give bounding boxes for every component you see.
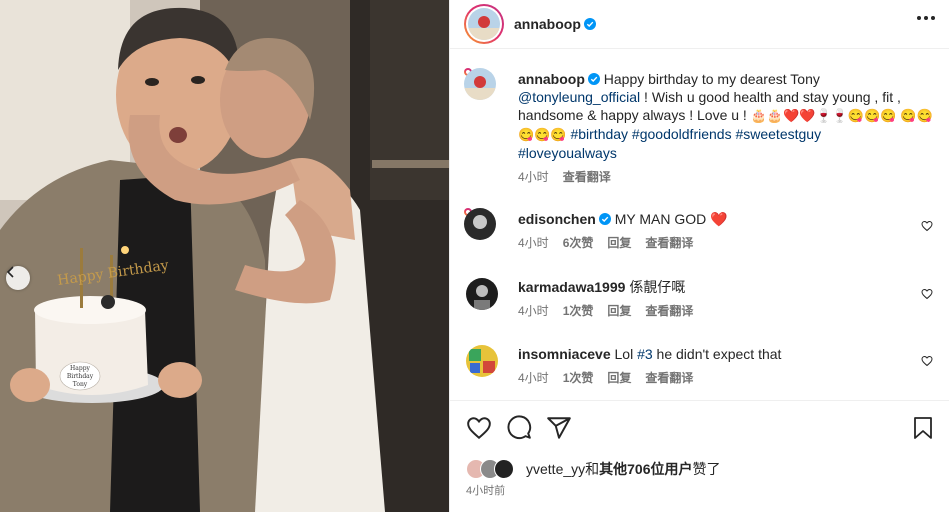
comment-likes-count[interactable]: 1次赞 xyxy=(563,302,594,320)
reply-button[interactable]: 回复 xyxy=(607,302,631,320)
heart-emoji: ❤️ xyxy=(710,211,728,227)
verified-badge-icon xyxy=(587,73,600,85)
share-send-icon[interactable] xyxy=(546,415,572,441)
caption-translate-link[interactable]: 查看翻译 xyxy=(563,168,611,186)
post-photo[interactable]: Happy Birthday Happy Birthday Tony xyxy=(0,0,449,512)
like-heart-icon[interactable] xyxy=(466,415,492,441)
likes-joiner: 和 xyxy=(585,461,600,477)
author-avatar[interactable] xyxy=(468,8,500,40)
comment-likes-count[interactable]: 6次赞 xyxy=(563,234,594,252)
translate-link[interactable]: 查看翻译 xyxy=(645,234,693,252)
comment-hashtag-link[interactable]: #3 xyxy=(637,346,653,362)
comment-avatar[interactable] xyxy=(466,345,498,377)
cake-plaque-line-3: Tony xyxy=(73,381,88,388)
caption-username[interactable]: annaboop xyxy=(518,71,585,87)
liker-avatar xyxy=(494,459,514,479)
post-header: annaboop xyxy=(450,0,949,49)
hashtags-line-1[interactable]: #birthday #goodoldfriends #sweetestguy xyxy=(570,126,821,142)
caption-text-1: Happy birthday to my dearest Tony xyxy=(603,71,820,87)
cake-plaque-line-2: Birthday xyxy=(67,373,94,380)
mention-link[interactable]: @tonyleung_official xyxy=(518,89,640,105)
other-likers-link[interactable]: 其他706位用户 xyxy=(599,459,692,479)
translate-link[interactable]: 查看翻译 xyxy=(645,302,693,320)
comment-text-part-a: Lol xyxy=(614,346,638,362)
reply-button[interactable]: 回复 xyxy=(607,369,631,387)
comment-avatar[interactable] xyxy=(466,278,498,310)
like-comment-heart-icon[interactable] xyxy=(921,288,933,300)
cake-plaque-line-1: Happy xyxy=(70,365,90,372)
comment-time[interactable]: 4小时 xyxy=(518,302,549,320)
photo-illustration: Happy Birthday Happy Birthday Tony xyxy=(0,0,449,512)
carousel-prev-button[interactable] xyxy=(6,266,30,290)
comments-list: annaboop Happy birthday to my dearest To… xyxy=(450,60,949,400)
comment-text-part-b: he didn't expect that xyxy=(652,346,782,362)
more-options-button[interactable] xyxy=(917,16,935,20)
caption-time[interactable]: 4小时 xyxy=(518,168,549,186)
hashtags-line-2[interactable]: #loveyoualways xyxy=(518,145,617,161)
comment-avatar[interactable] xyxy=(464,208,496,240)
post-detail-panel: annaboop annaboop Happy birthday to my d… xyxy=(449,0,949,512)
verified-badge-icon xyxy=(583,18,596,30)
comment-username[interactable]: insomniaceve xyxy=(518,346,611,362)
comment-username[interactable]: edisonchen xyxy=(518,211,596,227)
comment-text: 係靚仔嘅 xyxy=(629,279,686,295)
caption-story-ring[interactable] xyxy=(464,68,496,100)
translate-link[interactable]: 查看翻译 xyxy=(645,369,693,387)
first-liker-username[interactable]: yvette_yy xyxy=(526,461,585,477)
story-ring[interactable] xyxy=(464,4,504,44)
like-comment-heart-icon[interactable] xyxy=(921,355,933,367)
verified-badge-icon xyxy=(598,213,611,225)
like-comment-heart-icon[interactable] xyxy=(921,220,933,232)
post-timestamp[interactable]: 4小时前 xyxy=(466,482,505,498)
comment-text: MY MAN GOD xyxy=(614,211,707,227)
author-username[interactable]: annaboop xyxy=(514,16,581,32)
save-bookmark-icon[interactable] xyxy=(911,415,935,441)
post-actions-bar xyxy=(450,400,949,457)
comment-time[interactable]: 4小时 xyxy=(518,369,549,387)
instagram-post: Happy Birthday Happy Birthday Tony annab… xyxy=(0,0,949,512)
reply-button[interactable]: 回复 xyxy=(607,234,631,252)
comment-story-ring[interactable] xyxy=(464,208,496,240)
comment-username[interactable]: karmadawa1999 xyxy=(518,279,625,295)
chevron-left-icon xyxy=(6,266,14,278)
comment-likes-count[interactable]: 1次赞 xyxy=(563,369,594,387)
caption-avatar[interactable] xyxy=(464,68,496,100)
likes-summary: yvette_yy 和其他706位用户 赞了 xyxy=(466,458,721,480)
liker-avatars[interactable] xyxy=(466,459,518,479)
comment-bubble-icon[interactable] xyxy=(506,415,532,441)
likes-suffix: 赞了 xyxy=(692,461,721,477)
comment-time[interactable]: 4小时 xyxy=(518,234,549,252)
caption-emojis-1: 🎂🎂❤️❤️🍷🍷😋😋😋 xyxy=(750,108,897,123)
